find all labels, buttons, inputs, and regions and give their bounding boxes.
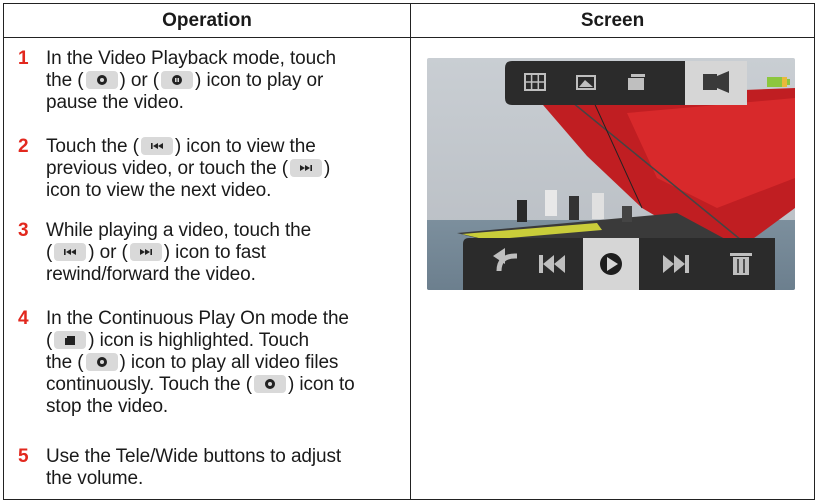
step-number: 5 [18, 446, 29, 467]
step-text: ) icon to [287, 374, 355, 395]
step-text: ( [46, 330, 53, 351]
rewind-icon [54, 243, 87, 261]
header-operation: Operation [4, 4, 411, 38]
step-text: pause the video. [46, 92, 184, 113]
play-icon[interactable] [600, 253, 622, 275]
camera-screen [427, 58, 795, 290]
step-number: 1 [18, 48, 29, 69]
step-text: ) [324, 158, 331, 179]
continuous-play-icon[interactable] [703, 71, 729, 93]
column-divider [410, 38, 411, 499]
step-text: previous video, or touch the ( [46, 158, 289, 179]
step-text: the volume. [46, 468, 144, 489]
operation-table: Operation Screen 1 In the Video Playback… [3, 3, 815, 500]
step-text: ) icon to fast [163, 242, 266, 263]
step-text: continuously. Touch the ( [46, 374, 252, 395]
step-text: In the Continuous Play On mode the [46, 308, 349, 329]
stop-icon [253, 375, 286, 393]
step-text: rewind/forward the video. [46, 264, 256, 285]
step-text: ) icon to play all video files [119, 352, 339, 373]
bottom-toolbar [463, 238, 775, 290]
header-screen: Screen [411, 4, 814, 38]
step-text: ) icon is highlighted. Touch [88, 330, 310, 351]
step-text: Touch the ( [46, 136, 139, 157]
step-text: stop the video. [46, 396, 169, 417]
battery-icon [767, 77, 790, 87]
step-number: 2 [18, 136, 29, 157]
step-text: ) icon to view the [174, 136, 316, 157]
step-text: ) icon to play or [195, 70, 324, 91]
step-text: ( [46, 242, 53, 263]
step-text: the ( [46, 70, 84, 91]
step-text: In the Video Playback mode, touch [46, 48, 336, 69]
previous-icon [140, 137, 173, 155]
next-icon [290, 159, 323, 177]
step-text: ) or ( [88, 242, 128, 263]
step-number: 4 [18, 308, 29, 329]
step-text: While playing a video, touch the [46, 220, 312, 241]
step-number: 3 [18, 220, 29, 241]
forward-icon [129, 243, 162, 261]
step-text: icon to view the next video. [46, 180, 272, 201]
step-text: ) or ( [119, 70, 160, 91]
step-text: the ( [46, 352, 84, 373]
pause-icon [161, 71, 194, 89]
step-text: Use the Tele/Wide buttons to adjust [46, 446, 342, 467]
play-icon [85, 353, 118, 371]
continuous-play-icon [54, 331, 87, 349]
video-playback-screen [427, 58, 795, 290]
play-icon [85, 71, 118, 89]
